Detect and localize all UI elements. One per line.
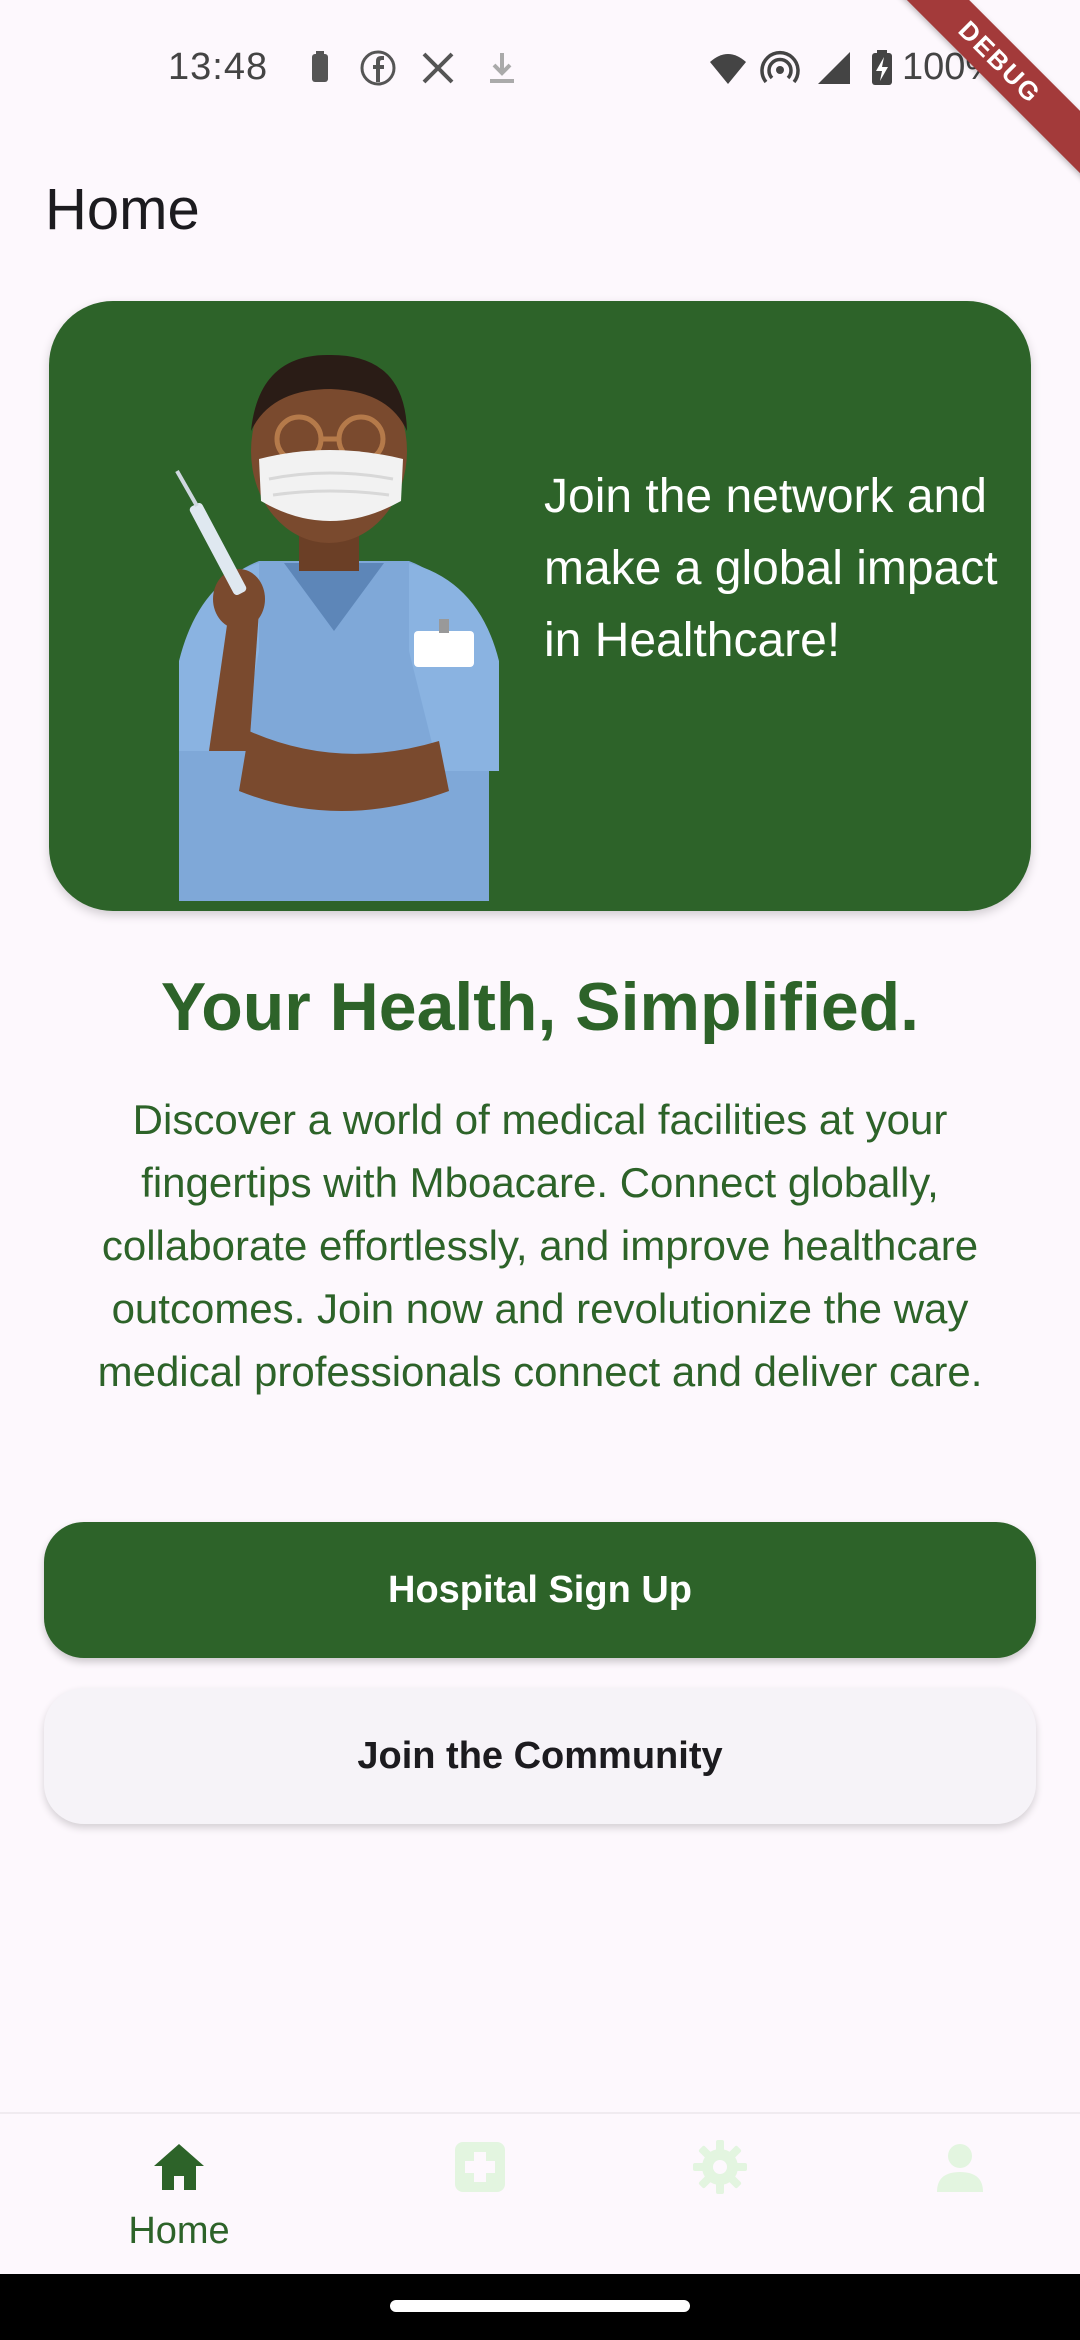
battery-small-icon <box>312 51 328 82</box>
gesture-bar <box>0 2274 1080 2340</box>
description: Discover a world of medical facilities a… <box>97 1096 983 1395</box>
screen: 13:48 100% DEBUG Home Join the network a… <box>0 0 1080 2340</box>
nav-item-profile[interactable] <box>825 2114 1080 2276</box>
x-icon <box>422 52 454 84</box>
nav-item-home[interactable]: Home <box>44 2114 314 2276</box>
download-icon <box>490 53 514 83</box>
settings-icon <box>693 2140 747 2194</box>
profile-icon <box>937 2144 983 2192</box>
facebook-icon <box>360 50 396 86</box>
nav-item-settings[interactable] <box>585 2114 855 2276</box>
signal-icon <box>818 52 850 84</box>
home-icon <box>154 2144 204 2190</box>
join-community-button[interactable]: Join the Community <box>44 1688 1036 1824</box>
battery-charging-icon <box>872 50 892 85</box>
wifi-icon <box>710 54 746 84</box>
nav-item-medical[interactable] <box>345 2114 615 2276</box>
medical-cross-icon <box>455 2142 505 2192</box>
headline: Your Health, Simplified. <box>160 969 920 1045</box>
hero-card: Join the network and make a global impac… <box>49 301 1031 911</box>
hero-text: Join the network and make a global impac… <box>544 470 998 667</box>
home-gesture-handle[interactable] <box>390 2300 690 2312</box>
hospital-sign-up-button[interactable]: Hospital Sign Up <box>44 1522 1036 1658</box>
hotspot-icon <box>760 51 800 84</box>
nav-label-home: Home <box>128 2210 230 2252</box>
status-time: 13:48 <box>168 46 269 88</box>
status-bar: 13:48 100% <box>0 0 1080 140</box>
nurse-illustration <box>175 354 499 901</box>
page-title: Home <box>45 177 200 242</box>
bottom-nav: Home <box>0 2112 1080 2274</box>
